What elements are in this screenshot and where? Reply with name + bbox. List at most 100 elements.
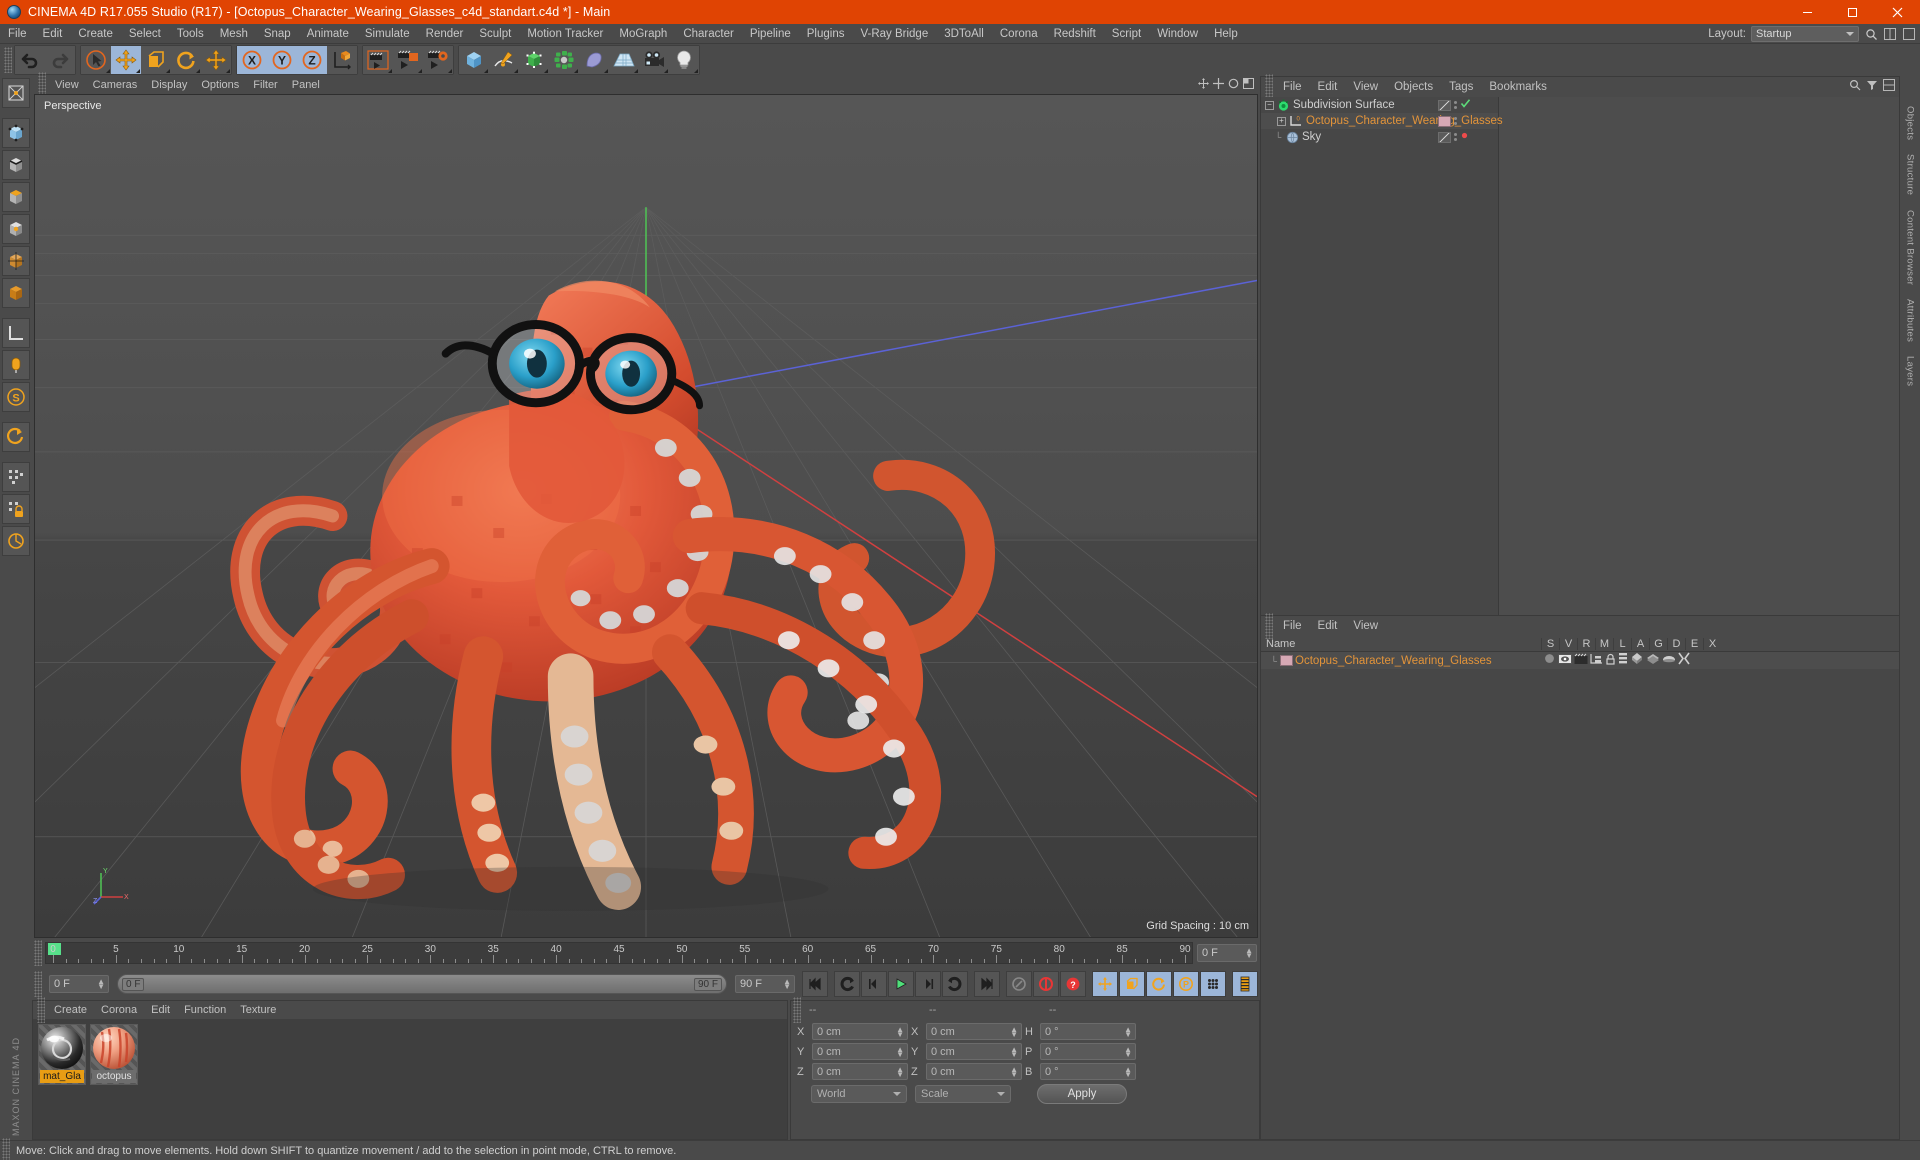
mesh-node-icon[interactable] <box>1590 652 1603 670</box>
edge-mode-button[interactable] <box>2 150 30 180</box>
menu-plugins[interactable]: Plugins <box>799 24 853 44</box>
object-menu-edit[interactable]: Edit <box>1310 81 1346 93</box>
search-icon[interactable] <box>1849 78 1861 96</box>
pla-key-button[interactable] <box>1200 971 1226 997</box>
coord-size-x-field[interactable]: 0 cm ▲ ▼ <box>926 1023 1022 1040</box>
z-axis-lock-button[interactable]: Z <box>297 46 327 74</box>
rotation-key-button[interactable] <box>1146 971 1172 997</box>
object-row-sky[interactable]: └ Sky <box>1261 129 1498 145</box>
object-menu-file[interactable]: File <box>1275 81 1310 93</box>
object-tree[interactable]: − Subdivision Surface + 0 Octopus_Charac… <box>1261 97 1503 615</box>
play-button[interactable] <box>888 971 914 997</box>
menu-pipeline[interactable]: Pipeline <box>742 24 799 44</box>
coord-pos-x-field[interactable]: 0 cm ▲ ▼ <box>812 1023 908 1040</box>
rotate-view-icon[interactable] <box>1228 76 1239 94</box>
dock-tab-objects[interactable]: Objects <box>1905 106 1916 140</box>
object-name-sky[interactable]: Sky <box>1302 131 1321 143</box>
status-bar-grip[interactable] <box>2 1137 10 1160</box>
texture-mode-button[interactable] <box>2 278 30 308</box>
coordinate-system-dropdown[interactable]: World <box>811 1085 907 1103</box>
move-tool[interactable] <box>111 46 141 74</box>
coord-size-y-field[interactable]: 0 cm ▲ ▼ <box>926 1043 1022 1060</box>
material-chip-icon[interactable] <box>1280 655 1293 666</box>
menu-simulate[interactable]: Simulate <box>357 24 418 44</box>
menu-corona[interactable]: Corona <box>992 24 1046 44</box>
attribute-column-d[interactable]: D <box>1667 637 1685 650</box>
object-row-subdivision-surface[interactable]: − Subdivision Surface <box>1261 97 1498 113</box>
move-view-icon[interactable] <box>1198 76 1209 94</box>
attribute-column-x[interactable]: X <box>1703 637 1721 650</box>
viewport-menu-cameras[interactable]: Cameras <box>86 79 145 91</box>
transport-grip[interactable] <box>34 971 42 997</box>
undo-button[interactable] <box>15 46 45 74</box>
render-settings-button[interactable] <box>423 46 453 74</box>
attribute-column-l[interactable]: L <box>1613 637 1631 650</box>
disabled-dot-icon[interactable] <box>1460 131 1469 143</box>
previous-frame-button[interactable] <box>861 971 887 997</box>
viewport-menu-view[interactable]: View <box>48 79 86 91</box>
layout-dropdown[interactable]: Startup <box>1751 26 1859 42</box>
viewport-menu-filter[interactable]: Filter <box>246 79 284 91</box>
spinner-icon[interactable]: ▲ ▼ <box>1124 1045 1132 1058</box>
quantize-button[interactable] <box>2 462 30 492</box>
attribute-column-s[interactable]: S <box>1541 637 1559 650</box>
coord-rot-h-field[interactable]: 0 ° ▲ ▼ <box>1040 1023 1136 1040</box>
spinner-icon[interactable]: ▲ ▼ <box>1010 1025 1018 1038</box>
render-view-button[interactable] <box>363 46 393 74</box>
object-manager-detail-area[interactable] <box>1499 97 1899 615</box>
material-list[interactable]: mat_Gla octopus <box>33 1019 787 1139</box>
timeline-grip[interactable] <box>34 940 42 966</box>
position-key-button[interactable] <box>1092 971 1118 997</box>
param-key-button[interactable]: P <box>1173 971 1199 997</box>
material-menu-edit[interactable]: Edit <box>144 1004 177 1016</box>
add-bend-deformer-button[interactable] <box>579 46 609 74</box>
coord-size-z-field[interactable]: 0 cm ▲ ▼ <box>926 1063 1022 1080</box>
material-item-glass[interactable]: mat_Gla <box>38 1024 86 1085</box>
polygon-mode-button[interactable] <box>2 182 30 212</box>
panel-menu-icon[interactable] <box>1883 78 1895 96</box>
close-button[interactable] <box>1875 0 1920 24</box>
object-menu-view[interactable]: View <box>1345 81 1386 93</box>
attribute-column-g[interactable]: G <box>1649 637 1667 650</box>
spinner-icon[interactable]: ▲ ▼ <box>896 1045 904 1058</box>
tag-chip-icon[interactable] <box>1438 99 1451 111</box>
autokey-button[interactable] <box>1006 971 1032 997</box>
attribute-menu-file[interactable]: File <box>1275 620 1310 632</box>
attribute-row-name[interactable]: Octopus_Character_Wearing_Glasses <box>1295 655 1492 667</box>
menu-mograph[interactable]: MoGraph <box>611 24 675 44</box>
apply-button[interactable]: Apply <box>1037 1084 1127 1104</box>
expander-icon[interactable]: − <box>1265 100 1274 110</box>
attribute-column-v[interactable]: V <box>1559 637 1577 650</box>
workplane-button[interactable] <box>2 318 30 348</box>
menu-3dtoall[interactable]: 3DToAll <box>936 24 992 44</box>
record-active-objects-button[interactable] <box>1033 971 1059 997</box>
add-array-button[interactable] <box>549 46 579 74</box>
menu-animate[interactable]: Animate <box>299 24 357 44</box>
add-cube-button[interactable] <box>459 46 489 74</box>
object-tree-area[interactable]: − Subdivision Surface + 0 Octopus_Charac… <box>1261 97 1899 615</box>
panel-layout-icon[interactable] <box>1883 27 1897 41</box>
visibility-dots-icon[interactable] <box>1454 133 1457 141</box>
filter-icon[interactable] <box>1866 78 1878 96</box>
world-object-coordinate-button[interactable] <box>327 46 357 74</box>
attribute-column-e[interactable]: E <box>1685 637 1703 650</box>
move-axis-tool[interactable] <box>201 46 231 74</box>
object-menu-tags[interactable]: Tags <box>1441 81 1481 93</box>
spinner-icon[interactable]: ▲ ▼ <box>1124 1065 1132 1078</box>
point-mode-button[interactable] <box>2 118 30 148</box>
attribute-menu-edit[interactable]: Edit <box>1310 620 1346 632</box>
viewport-menu-panel[interactable]: Panel <box>285 79 327 91</box>
enable-axis-button[interactable] <box>2 350 30 380</box>
spinner-icon[interactable]: ▲ ▼ <box>1010 1045 1018 1058</box>
menu-edit[interactable]: Edit <box>35 24 71 44</box>
record-question-button[interactable]: ? <box>1060 971 1086 997</box>
material-manager-grip[interactable] <box>37 997 45 1023</box>
menu-sculpt[interactable]: Sculpt <box>471 24 519 44</box>
menu-help[interactable]: Help <box>1206 24 1246 44</box>
material-menu-function[interactable]: Function <box>177 1004 233 1016</box>
snap-settings-button[interactable]: S <box>2 382 30 412</box>
scale-view-icon[interactable] <box>1213 76 1224 94</box>
current-frame-field[interactable]: 0 F ▲ ▼ <box>49 975 109 993</box>
x-axis-lock-button[interactable]: X <box>237 46 267 74</box>
rotate-tool[interactable] <box>171 46 201 74</box>
